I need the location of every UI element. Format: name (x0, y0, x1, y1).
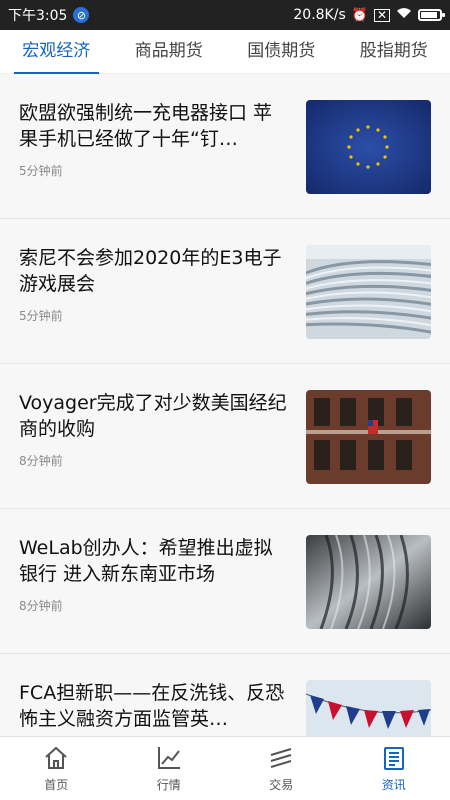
news-thumbnail-uk-bunting (306, 680, 431, 736)
home-icon (45, 746, 67, 769)
wifi-icon (396, 7, 412, 23)
news-title: 欧盟欲强制统一充电器接口 苹果手机已经做了十年“钉… (19, 102, 273, 150)
alarm-off-icon: ⏰ (351, 7, 368, 23)
news-item[interactable]: WeLab创办人：希望推出虚拟银行 进入新东南亚市场 8分钟前 (0, 509, 450, 654)
trade-icon (270, 748, 292, 768)
chart-icon (157, 747, 180, 769)
nav-news[interactable]: 资讯 (338, 737, 450, 800)
nav-label: 首页 (44, 778, 69, 792)
nav-trade[interactable]: 交易 (225, 737, 338, 800)
news-time: 5分钟前 (19, 309, 63, 323)
news-item[interactable]: Voyager完成了对少数美国经纪商的收购 8分钟前 (0, 364, 450, 509)
news-thumbnail-building (306, 390, 431, 484)
bottom-nav: 首页 行情 交易 资讯 (0, 736, 450, 800)
nav-market[interactable]: 行情 (113, 737, 226, 800)
news-title: 索尼不会参加2020年的E3电子游戏展会 (19, 247, 282, 295)
nav-home[interactable]: 首页 (0, 737, 113, 800)
news-title: FCA担新职——在反洗钱、反恐怖主义融资方面监管英… (19, 682, 285, 730)
news-time: 5分钟前 (19, 164, 63, 178)
news-list: 欧盟欲强制统一充电器接口 苹果手机已经做了十年“钉… 5分钟前 索尼不会参加20… (0, 74, 450, 736)
tab-macro-economy[interactable]: 宏观经济 (0, 30, 113, 74)
nav-label: 资讯 (381, 778, 406, 792)
status-time: 下午3:05 (8, 8, 68, 24)
app-notification-icon: ⊘ (73, 7, 90, 23)
news-icon (383, 747, 404, 770)
network-speed: 20.8K/s (293, 7, 346, 23)
news-time: 8分钟前 (19, 599, 63, 613)
battery-icon (418, 9, 445, 21)
news-title: WeLab创办人：希望推出虚拟银行 进入新东南亚市场 (19, 537, 273, 585)
news-time: 8分钟前 (19, 454, 63, 468)
news-thumbnail-newspapers (306, 245, 431, 339)
news-item[interactable]: 欧盟欲强制统一充电器接口 苹果手机已经做了十年“钉… 5分钟前 (0, 74, 450, 219)
tab-treasury-futures[interactable]: 国债期货 (225, 30, 338, 74)
tab-index-futures[interactable]: 股指期货 (338, 30, 450, 74)
news-thumbnail-sculpture (306, 535, 431, 629)
category-tabs: 宏观经济 商品期货 国债期货 股指期货 (0, 30, 450, 74)
nav-label: 行情 (156, 778, 181, 792)
news-item[interactable]: 索尼不会参加2020年的E3电子游戏展会 5分钟前 (0, 219, 450, 364)
sim-off-icon: ✕ (373, 8, 390, 22)
tab-commodity-futures[interactable]: 商品期货 (113, 30, 226, 74)
nav-label: 交易 (269, 778, 294, 792)
news-thumbnail-eu-flag (306, 100, 431, 194)
status-bar: 下午3:05 ⊘ 20.8K/s ⏰ ✕ (0, 0, 450, 30)
news-title: Voyager完成了对少数美国经纪商的收购 (19, 392, 287, 440)
news-item[interactable]: FCA担新职——在反洗钱、反恐怖主义融资方面监管英… (0, 654, 450, 736)
